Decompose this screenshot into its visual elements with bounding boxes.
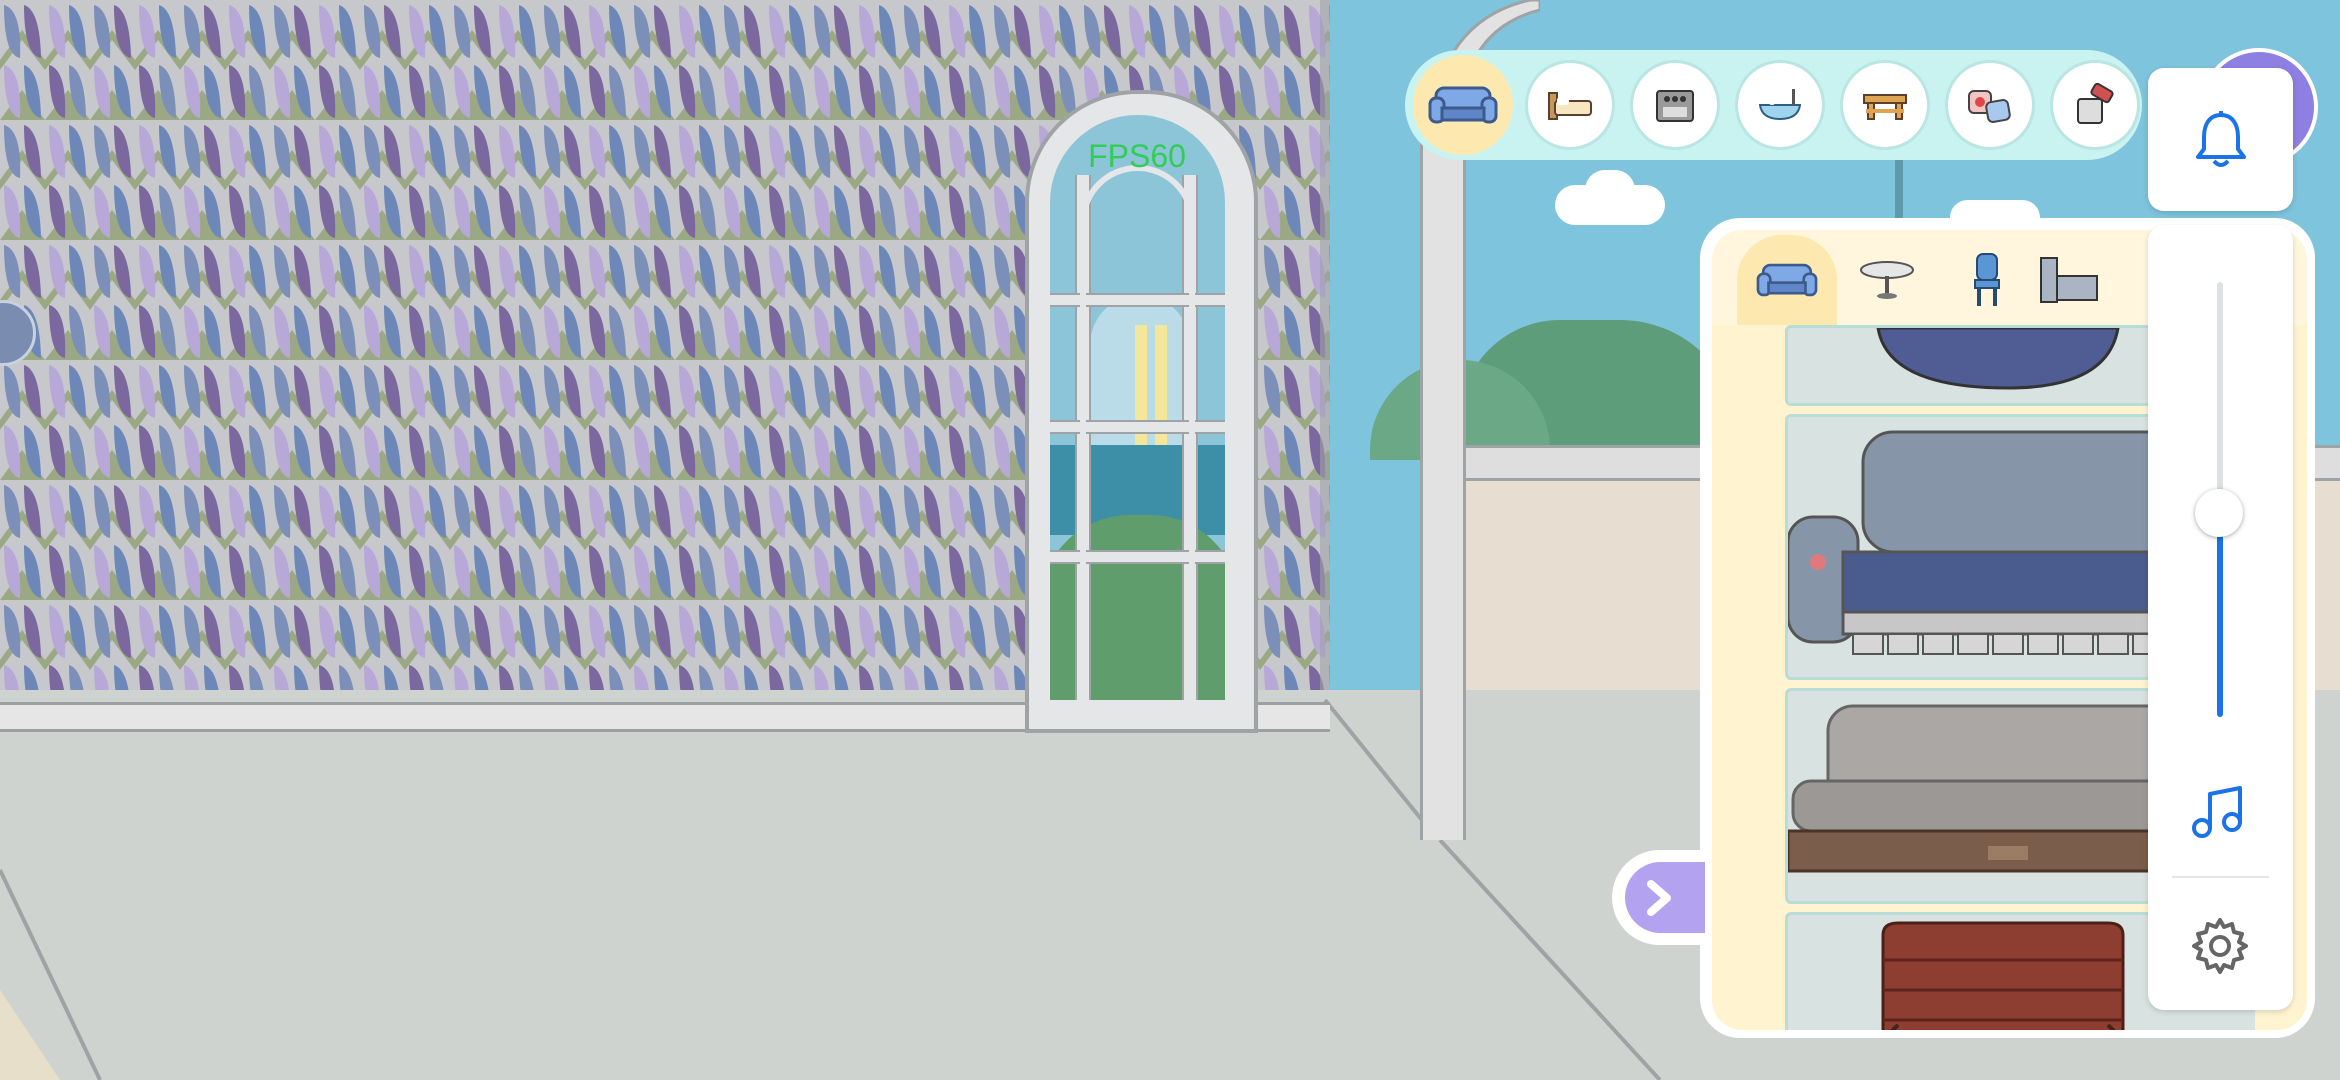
volume-panel-divider (2172, 876, 2269, 878)
tab-chair[interactable] (1937, 235, 2037, 325)
cushions-icon (1968, 90, 2011, 123)
tab-round-table[interactable] (1837, 235, 1937, 325)
category-sofa-button[interactable] (1413, 55, 1513, 155)
fps-counter: FPS60 (1088, 138, 1186, 174)
category-bathtub-button[interactable] (1735, 60, 1825, 150)
sound-settings-button[interactable] (2188, 914, 2252, 983)
paint-bucket-icon (2077, 83, 2114, 124)
chair-icon (1974, 253, 2000, 306)
category-bar (1405, 50, 2142, 160)
expand-panel-button-inner[interactable] (1625, 862, 1705, 933)
category-decorations-button[interactable] (1945, 60, 2035, 150)
cloud (1585, 170, 1635, 210)
category-tools-button[interactable] (2050, 60, 2140, 150)
tower (1895, 160, 1903, 220)
category-stove-button[interactable] (1630, 60, 1720, 150)
pillar (1420, 120, 1466, 840)
round-table-icon (1860, 261, 1914, 299)
gear-icon (2192, 918, 2248, 974)
bell-icon (2195, 110, 2246, 167)
appliance-icon (2040, 257, 2098, 303)
bed-icon (1548, 92, 1592, 120)
table-icon (1863, 94, 1907, 120)
volume-slider-thumb[interactable] (2195, 488, 2243, 537)
chevron-right-icon (1647, 879, 1671, 916)
music-note-icon (2192, 786, 2242, 838)
stove-icon (1656, 90, 1694, 122)
window-glass (1050, 115, 1225, 700)
sofa-icon (1756, 263, 1818, 297)
sofa-icon (1428, 86, 1498, 124)
bathtub-icon (1758, 89, 1802, 121)
media-volume-button[interactable] (2188, 782, 2252, 849)
tab-sofa[interactable] (1737, 235, 1837, 325)
category-bed-button[interactable] (1525, 60, 1615, 150)
volume-slider-fill (2217, 512, 2223, 717)
category-table-button[interactable] (1840, 60, 1930, 150)
tab-appliance[interactable] (2037, 235, 2107, 325)
notification-mode-button[interactable] (2148, 68, 2293, 211)
